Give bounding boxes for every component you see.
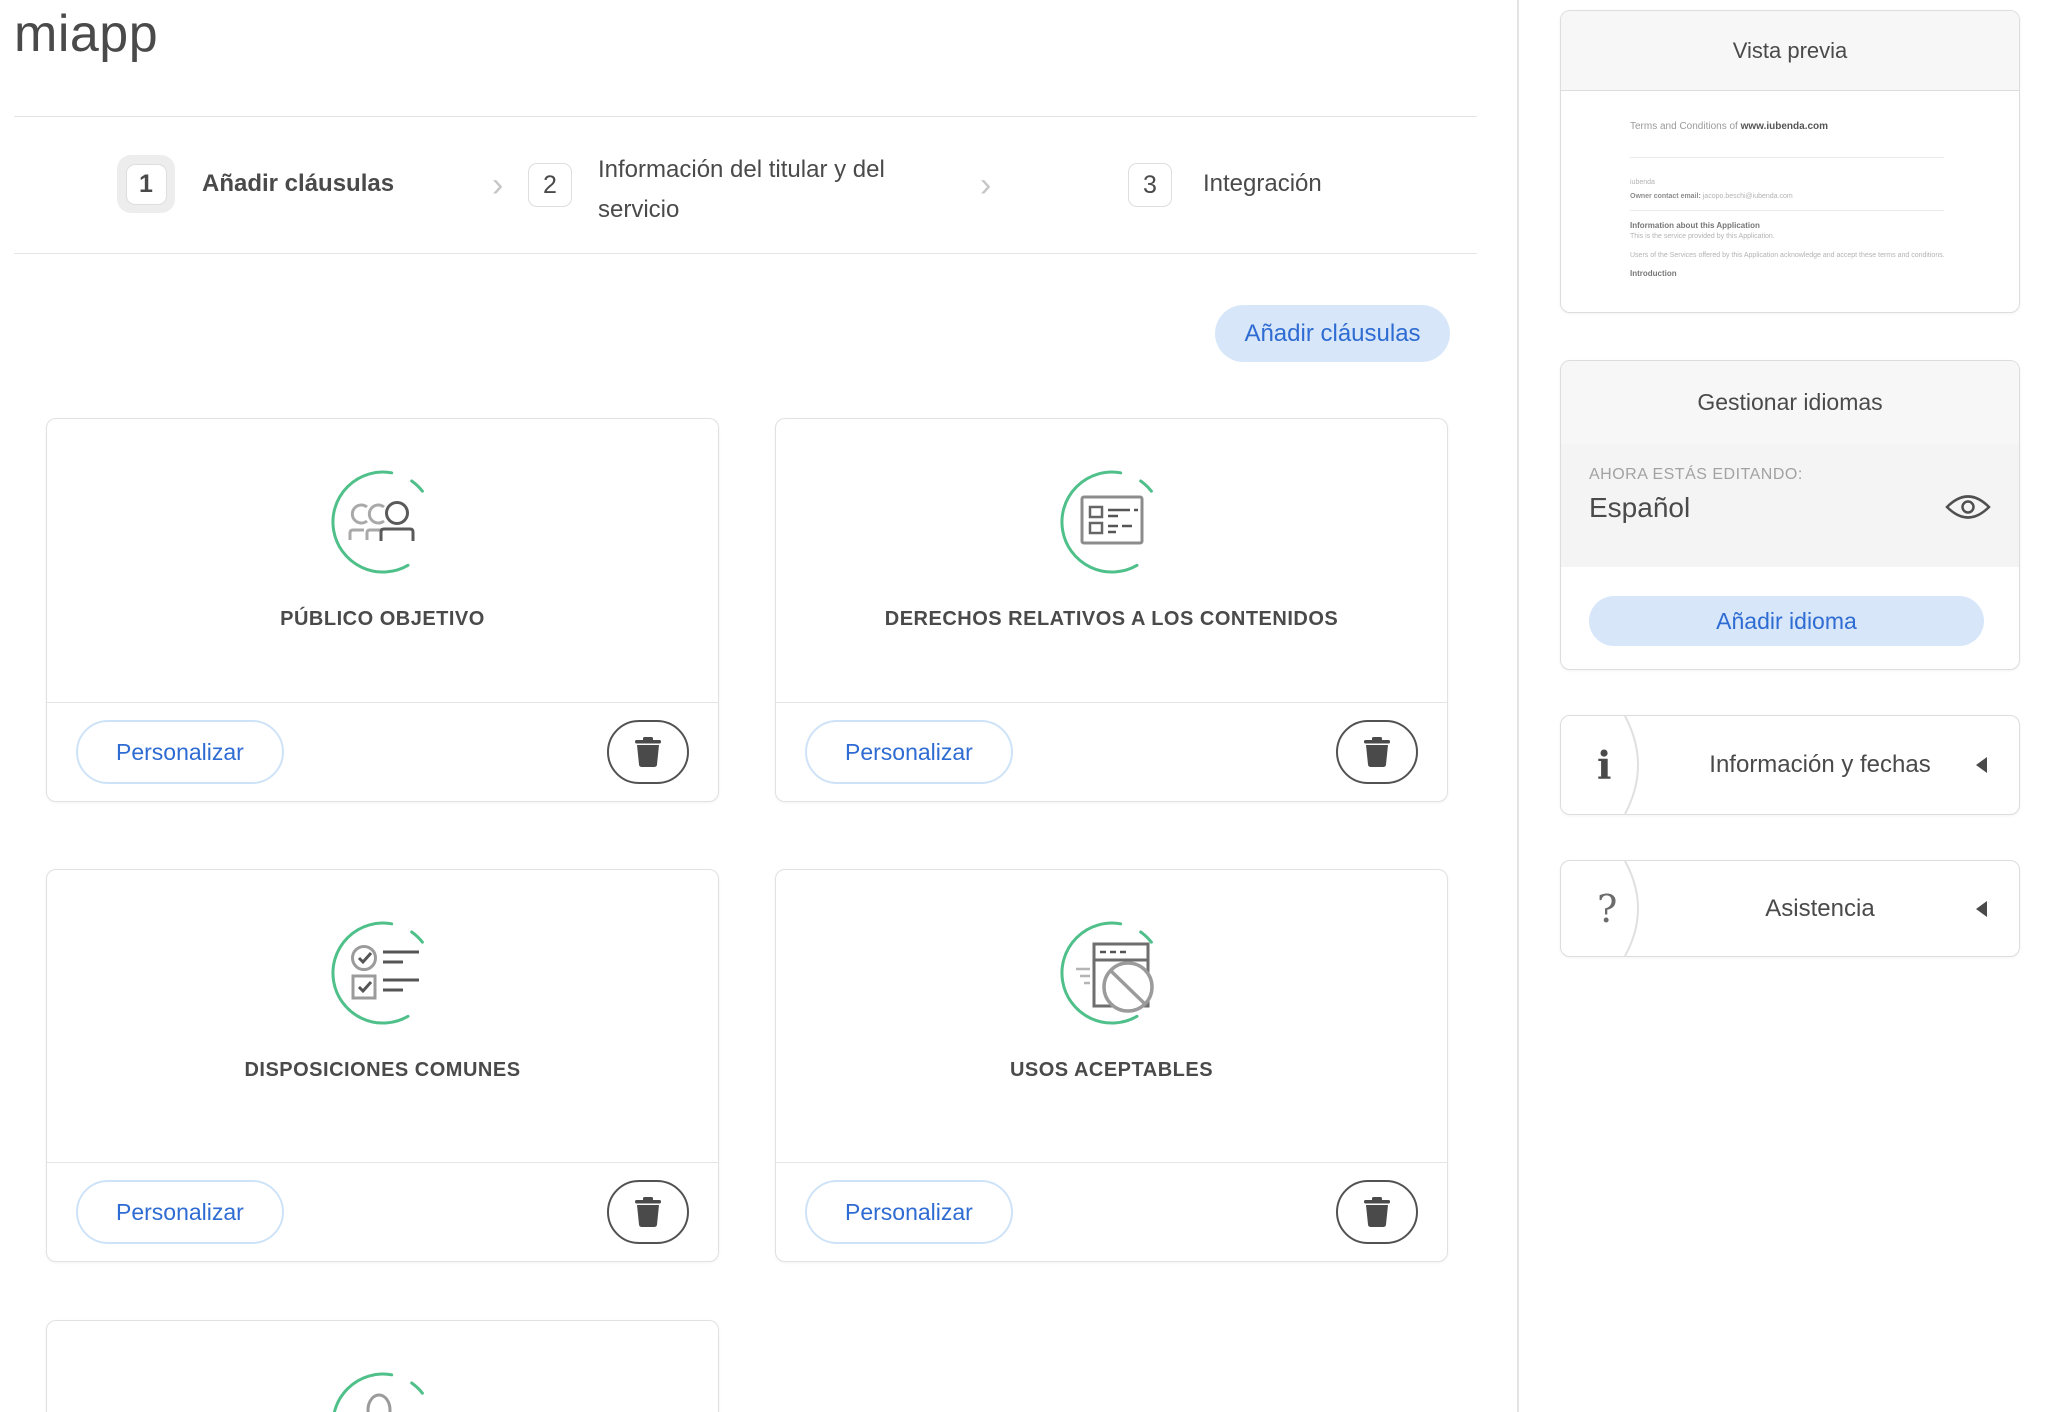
doc-title-domain: www.iubenda.com (1741, 121, 1828, 132)
header-divider (14, 116, 1477, 117)
doc-owner-label: Owner contact email: (1630, 193, 1701, 200)
clause-title: DERECHOS RELATIVOS A LOS CONTENIDOS (885, 608, 1338, 631)
audience-icon (327, 466, 439, 578)
info-dates-panel[interactable]: i Información y fechas (1560, 715, 2020, 815)
doc-section-heading: Information about this Application (1630, 221, 1760, 230)
preview-document: Terms and Conditions of www.iubenda.com … (1561, 91, 2019, 313)
clause-card: USOS ACEPTABLES Personalizar (775, 869, 1448, 1262)
doc-line2: Users of the Services offered by this Ap… (1630, 252, 1945, 259)
delete-button[interactable] (1336, 720, 1418, 784)
doc-title-prefix: Terms and Conditions of (1630, 121, 1738, 132)
current-language: Español (1589, 492, 1690, 524)
delete-button[interactable] (607, 1180, 689, 1244)
content-rights-icon (1056, 466, 1168, 578)
info-dates-label: Información y fechas (1681, 716, 1959, 814)
clause-card-partial (46, 1320, 719, 1412)
step-3-box[interactable]: 3 (1128, 163, 1172, 207)
collapse-arrow-icon (1976, 757, 1987, 773)
clause-card: DISPOSICIONES COMUNES Personalizar (46, 869, 719, 1262)
page-title: miapp (14, 4, 158, 64)
clause-icon (327, 1368, 439, 1412)
assistance-label: Asistencia (1681, 861, 1959, 956)
doc-owner-email: jacopo.beschi@iubenda.com (1703, 193, 1793, 200)
languages-panel-title: Gestionar idiomas (1561, 361, 2019, 445)
trash-icon (635, 737, 661, 767)
customize-button[interactable]: Personalizar (76, 720, 284, 784)
clause-title: USOS ACEPTABLES (1010, 1059, 1213, 1082)
sidebar-divider (1517, 0, 1519, 1412)
doc-section-heading2: Introduction (1630, 269, 1677, 278)
clause-card: PÚBLICO OBJETIVO Personalizar (46, 418, 719, 802)
languages-panel: Gestionar idiomas AHORA ESTÁS EDITANDO: … (1560, 360, 2020, 670)
delete-button[interactable] (1336, 1180, 1418, 1244)
clause-title: DISPOSICIONES COMUNES (244, 1059, 520, 1082)
trash-icon (635, 1197, 661, 1227)
trash-icon (1364, 737, 1390, 767)
doc-line1: This is the service provided by this App… (1630, 233, 1775, 240)
step-2-box[interactable]: 2 (528, 163, 572, 207)
step-3-label[interactable]: Integración (1203, 170, 1322, 198)
chevron-right-icon: › (492, 170, 503, 200)
step-2-label[interactable]: Información del titular y del servicio (598, 150, 950, 230)
preview-panel: Vista previa Terms and Conditions of www… (1560, 10, 2020, 313)
step-1-number[interactable]: 1 (117, 155, 175, 213)
step-1-label[interactable]: Añadir cláusulas (202, 170, 394, 198)
customize-button[interactable]: Personalizar (76, 1180, 284, 1244)
info-icon: i (1597, 743, 1611, 788)
help-icon: ? (1597, 887, 1617, 931)
editing-label: AHORA ESTÁS EDITANDO: (1589, 466, 1803, 484)
step-1-box: 1 (126, 164, 167, 205)
panel-arc (1623, 861, 1653, 956)
add-clauses-button[interactable]: Añadir cláusulas (1215, 305, 1450, 362)
assistance-panel[interactable]: ? Asistencia (1560, 860, 2020, 957)
common-provisions-icon (327, 917, 439, 1029)
collapse-arrow-icon (1976, 901, 1987, 917)
doc-owner-name: iubenda (1630, 179, 1655, 186)
customize-button[interactable]: Personalizar (805, 720, 1013, 784)
delete-button[interactable] (607, 720, 689, 784)
acceptable-use-icon (1056, 917, 1168, 1029)
chevron-right-icon: › (980, 170, 991, 200)
app-canvas: miapp 1 Añadir cláusulas › 2 Información… (0, 0, 2050, 1412)
add-language-button[interactable]: Añadir idioma (1589, 596, 1984, 646)
preview-panel-title: Vista previa (1561, 11, 2019, 91)
clause-card: DERECHOS RELATIVOS A LOS CONTENIDOS Pers… (775, 418, 1448, 802)
trash-icon (1364, 1197, 1390, 1227)
stepper-divider (14, 253, 1477, 254)
customize-button[interactable]: Personalizar (805, 1180, 1013, 1244)
clause-title: PÚBLICO OBJETIVO (280, 608, 485, 631)
eye-icon[interactable] (1945, 492, 1991, 527)
panel-arc (1623, 716, 1653, 814)
